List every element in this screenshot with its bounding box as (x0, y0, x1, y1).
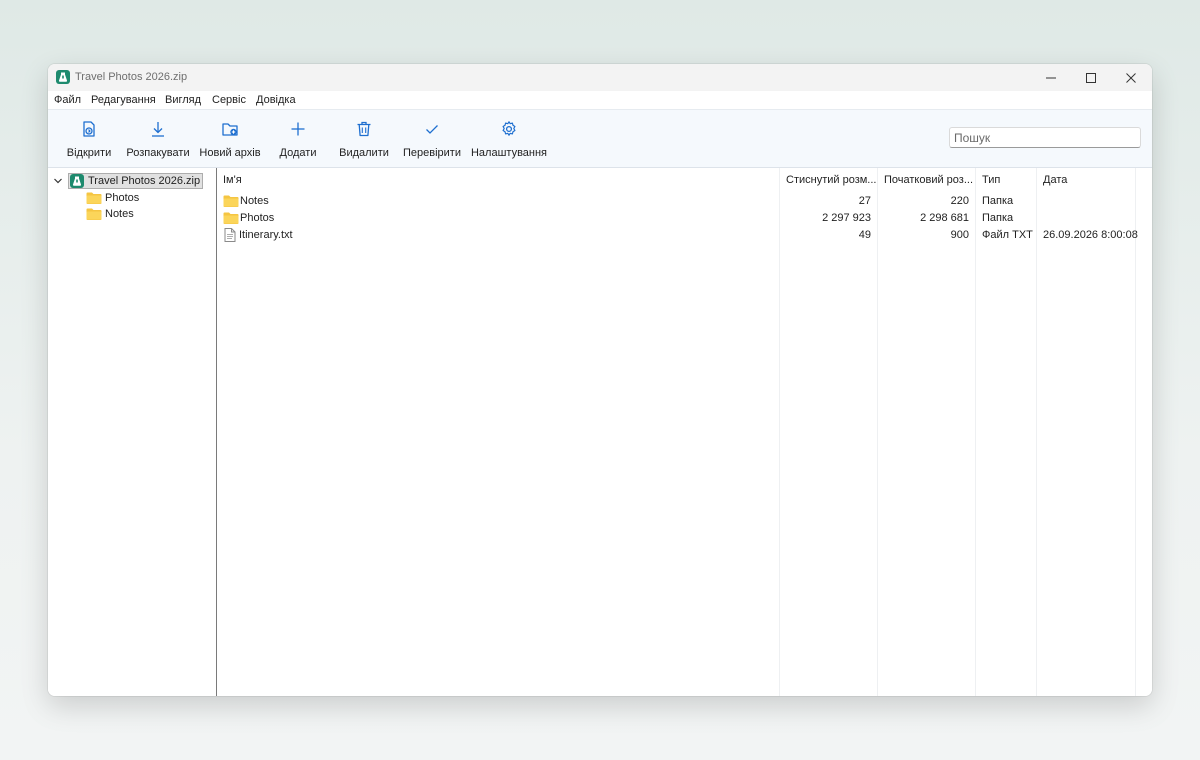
folder-icon (223, 195, 239, 207)
column-header-date[interactable]: Дата (1037, 168, 1135, 192)
folder-icon (223, 212, 239, 224)
download-icon (152, 122, 164, 137)
column-divider[interactable] (779, 168, 780, 696)
row-original-size: 2 298 681 (920, 211, 969, 224)
row-type: Папка (982, 211, 1014, 224)
menu-edit[interactable]: Редагування (91, 94, 156, 106)
text-file-icon (224, 227, 236, 242)
row-type: Папка (982, 194, 1014, 207)
extract-button[interactable]: Розпакувати (124, 110, 192, 167)
row-name-cell: Itinerary.txt (217, 226, 779, 243)
gear-icon (502, 121, 516, 136)
settings-label: Налаштування (470, 147, 548, 159)
row-name-cell: Notes (217, 192, 779, 209)
file-list: Ім'я Стиснутий розм... Початковий роз...… (217, 168, 1152, 696)
close-button[interactable] (1111, 64, 1151, 91)
test-button[interactable]: Перевірити (400, 110, 464, 167)
delete-label: Видалити (339, 147, 389, 159)
row-original-size: 900 (950, 228, 969, 241)
row-date: 26.09.2026 8:00:08 (1043, 228, 1138, 241)
folder-icon (86, 208, 102, 220)
tree-root-label: Travel Photos 2026.zip (88, 175, 201, 187)
new-archive-label: Новий архів (199, 147, 261, 159)
row-date (1037, 192, 1135, 209)
check-icon (426, 125, 438, 134)
row-original-size: 220 (950, 194, 969, 207)
tree-item-photos-label: Photos (105, 192, 140, 204)
column-header-name[interactable]: Ім'я (217, 168, 779, 192)
test-label: Перевірити (403, 147, 461, 159)
minimize-button[interactable] (1031, 64, 1071, 91)
search-input[interactable] (949, 127, 1141, 148)
new-archive-button[interactable]: Новий архів (198, 110, 262, 167)
archive-icon (70, 174, 84, 188)
column-header-packed-size[interactable]: Стиснутий розм... (780, 168, 877, 192)
close-icon (1126, 72, 1136, 83)
chevron-down-icon[interactable] (53, 176, 63, 186)
column-divider[interactable] (1036, 168, 1037, 696)
row-packed-size: 2 297 923 (822, 211, 871, 224)
column-divider[interactable] (877, 168, 878, 696)
row-packed-size: 27 (858, 194, 871, 207)
trash-icon (357, 121, 371, 137)
table-row[interactable]: Notes 27 220 Папка (217, 192, 1152, 209)
row-packed-size: 49 (858, 228, 871, 241)
archive-app-icon (56, 70, 70, 84)
folder-tree: Travel Photos 2026.zip Photos Notes (48, 168, 217, 696)
new-folder-icon (222, 123, 238, 136)
row-name: Itinerary.txt (239, 228, 293, 241)
extract-label: Розпакувати (126, 147, 190, 159)
column-divider[interactable] (975, 168, 976, 696)
column-header-original-size[interactable]: Початковий роз... (878, 168, 975, 192)
column-header-type[interactable]: Тип (976, 168, 1036, 192)
tree-root-node[interactable]: Travel Photos 2026.zip (68, 173, 204, 189)
toolbar: Відкрити Розпакувати Новий архів Додати … (48, 109, 1152, 168)
table-row[interactable]: Itinerary.txt 49 900 Файл TXT 26.09.2026… (217, 226, 1152, 243)
menu-bar: Файл Редагування Вигляд Сервіс Довідка (48, 91, 1152, 109)
open-label: Відкрити (66, 147, 112, 159)
row-name: Notes (240, 194, 269, 207)
column-divider[interactable] (1135, 168, 1136, 696)
tree-root-row[interactable]: Travel Photos 2026.zip (53, 173, 204, 189)
folder-icon (86, 192, 102, 204)
row-date (1037, 209, 1135, 226)
window-title: Travel Photos 2026.zip (75, 71, 188, 83)
menu-help[interactable]: Довідка (256, 94, 296, 106)
open-icon (83, 121, 95, 137)
open-button[interactable]: Відкрити (60, 110, 118, 167)
tree-item-notes-label: Notes (105, 208, 134, 220)
maximize-button[interactable] (1071, 64, 1111, 91)
title-bar[interactable]: Travel Photos 2026.zip (48, 64, 1152, 91)
settings-button[interactable]: Налаштування (470, 110, 548, 167)
row-type: Файл TXT (982, 228, 1033, 241)
add-button[interactable]: Додати (270, 110, 326, 167)
menu-tools[interactable]: Сервіс (212, 94, 246, 106)
add-label: Додати (279, 147, 317, 159)
row-name: Photos (240, 211, 275, 224)
tree-item-notes[interactable]: Notes (86, 206, 134, 222)
table-row[interactable]: Photos 2 297 923 2 298 681 Папка (217, 209, 1152, 226)
maximize-icon (1086, 72, 1096, 83)
archive-window: Travel Photos 2026.zip Файл Редагування … (48, 64, 1152, 696)
delete-button[interactable]: Видалити (334, 110, 394, 167)
tree-item-photos[interactable]: Photos (86, 190, 139, 206)
menu-view[interactable]: Вигляд (165, 94, 201, 106)
menu-file[interactable]: Файл (54, 94, 81, 106)
row-name-cell: Photos (217, 209, 779, 226)
minimize-icon (1046, 77, 1056, 78)
plus-icon (291, 122, 305, 136)
